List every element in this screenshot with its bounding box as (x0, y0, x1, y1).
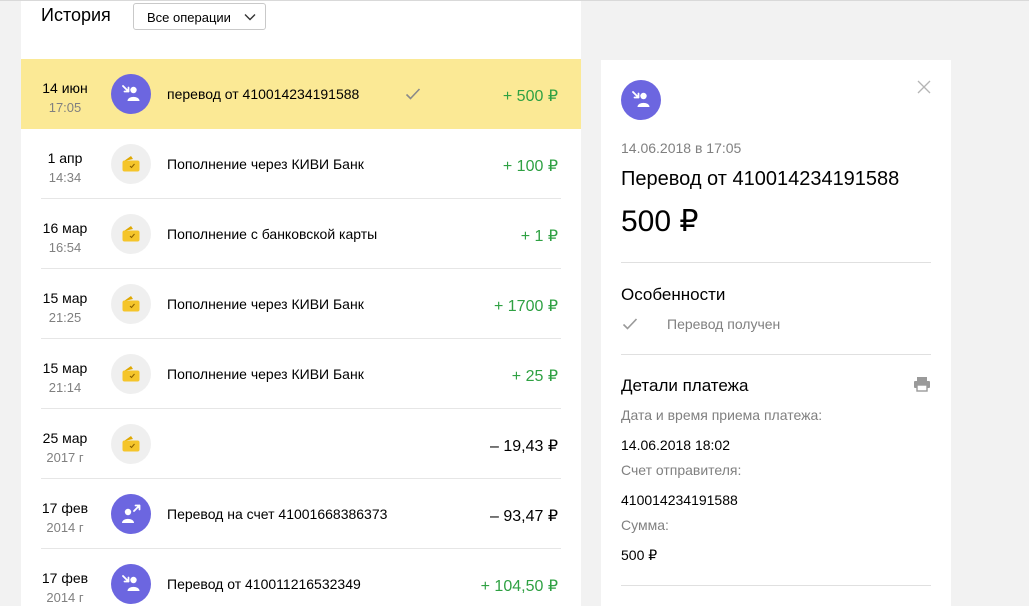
transaction-time: 21:25 (48, 310, 82, 325)
transaction-date: 16 мар (42, 220, 88, 236)
check-icon (622, 318, 638, 330)
transaction-time: 2014 г (46, 520, 84, 535)
history-title: История (41, 5, 111, 25)
outgoing-transfer-icon (111, 494, 151, 534)
chevron-down-icon (244, 14, 256, 21)
transaction-row[interactable]: 17 фев 2014 г Перевод на счет 410016683863… (21, 479, 581, 549)
transaction-amount: 500 ₽ (621, 205, 699, 238)
operations-filter-select[interactable]: Все операции (133, 3, 266, 30)
wallet-icon (111, 284, 151, 324)
transaction-description: Пополнение через КИВИ Банк (167, 156, 364, 172)
transaction-row[interactable]: 17 фев 2014 г Перевод от 410011216532349 + … (21, 549, 581, 606)
history-header: История Все операции (21, 1, 581, 59)
operations-filter-label: Все операции (147, 10, 231, 25)
transaction-row[interactable]: 25 мар 2017 г – 19,43 ₽ (21, 409, 581, 479)
transaction-title: Перевод от 410014234191588 (621, 168, 900, 190)
received-datetime-label: Дата и время приема платежа: (621, 407, 823, 423)
print-icon[interactable] (913, 376, 931, 392)
transaction-date: 17 фев (41, 570, 89, 586)
transaction-description: Пополнение через КИВИ Банк (167, 366, 364, 382)
divider (621, 585, 931, 586)
transaction-row[interactable]: 1 апр 14:34 Пополнение через КИВИ Банк + 10… (21, 129, 581, 199)
sender-account-value: 410014234191588 (621, 492, 738, 508)
transaction-amount: + 1700 ₽ (493, 298, 558, 315)
transaction-date: 17 фев (41, 500, 89, 516)
transaction-row[interactable]: 15 мар 21:25 Пополнение через КИВИ Банк + 1… (21, 269, 581, 339)
history-panel: История Все операции 14 июн 17:05 перевод … (21, 1, 581, 606)
transaction-date: 25 мар (42, 430, 88, 446)
incoming-transfer-icon (621, 80, 661, 120)
sum-value: 500 ₽ (621, 547, 658, 563)
check-icon (405, 86, 421, 102)
transaction-description: Пополнение через КИВИ Банк (167, 296, 364, 312)
transaction-time: 17:05 (48, 100, 82, 115)
transaction-description: перевод от 410014234191588 (167, 86, 360, 102)
transaction-time: 2014 г (46, 590, 84, 605)
transaction-row[interactable]: 15 мар 21:14 Пополнение через КИВИ Банк + 2… (21, 339, 581, 409)
transaction-amount: + 25 ₽ (511, 368, 558, 385)
close-icon[interactable] (917, 80, 931, 94)
transaction-amount: + 104,50 ₽ (480, 578, 558, 595)
transaction-amount: – 93,47 ₽ (489, 508, 558, 525)
divider (621, 262, 931, 263)
transaction-amount: + 1 ₽ (520, 228, 558, 245)
transaction-amount: – 19,43 ₽ (489, 438, 558, 455)
wallet-icon (111, 424, 151, 464)
transaction-date: 14 июн (42, 80, 88, 96)
payment-details-heading: Детали платежа (621, 376, 749, 395)
features-heading: Особенности (621, 285, 726, 304)
feature-transfer-received: Перевод получен (667, 316, 781, 332)
transaction-row[interactable]: 16 мар 16:54 Пополнение с банковской карты… (21, 199, 581, 269)
incoming-transfer-icon (111, 74, 151, 114)
transaction-amount: + 500 ₽ (502, 88, 558, 105)
sum-label: Сумма: (621, 517, 669, 533)
transaction-row[interactable]: 14 июн 17:05 перевод от 410014234191588 + 5… (21, 59, 581, 129)
transaction-time: 14:34 (48, 170, 82, 185)
transaction-date: 15 мар (42, 290, 88, 306)
sender-account-label: Счет отправителя: (621, 462, 742, 478)
history-list: 14 июн 17:05 перевод от 410014234191588 + 5… (21, 59, 581, 606)
transaction-date: 14.06.2018 в 17:05 (621, 140, 742, 156)
transaction-description: Перевод на счет 41001668386373 (167, 506, 388, 522)
transaction-detail-panel: 14.06.2018 в 17:05 Перевод от 4100142341… (601, 60, 951, 606)
transaction-date: 15 мар (42, 360, 88, 376)
transaction-date: 1 апр (47, 150, 83, 166)
transaction-description: Пополнение с банковской карты (167, 226, 378, 242)
incoming-transfer-icon (111, 564, 151, 604)
wallet-icon (111, 214, 151, 254)
transaction-time: 16:54 (48, 240, 82, 255)
transaction-time: 2017 г (46, 450, 84, 465)
wallet-icon (111, 354, 151, 394)
received-datetime-value: 14.06.2018 18:02 (621, 437, 730, 453)
divider (621, 354, 931, 355)
wallet-icon (111, 144, 151, 184)
transaction-amount: + 100 ₽ (502, 158, 558, 175)
transaction-time: 21:14 (48, 380, 82, 395)
transaction-description: Перевод от 410011216532349 (167, 576, 361, 592)
